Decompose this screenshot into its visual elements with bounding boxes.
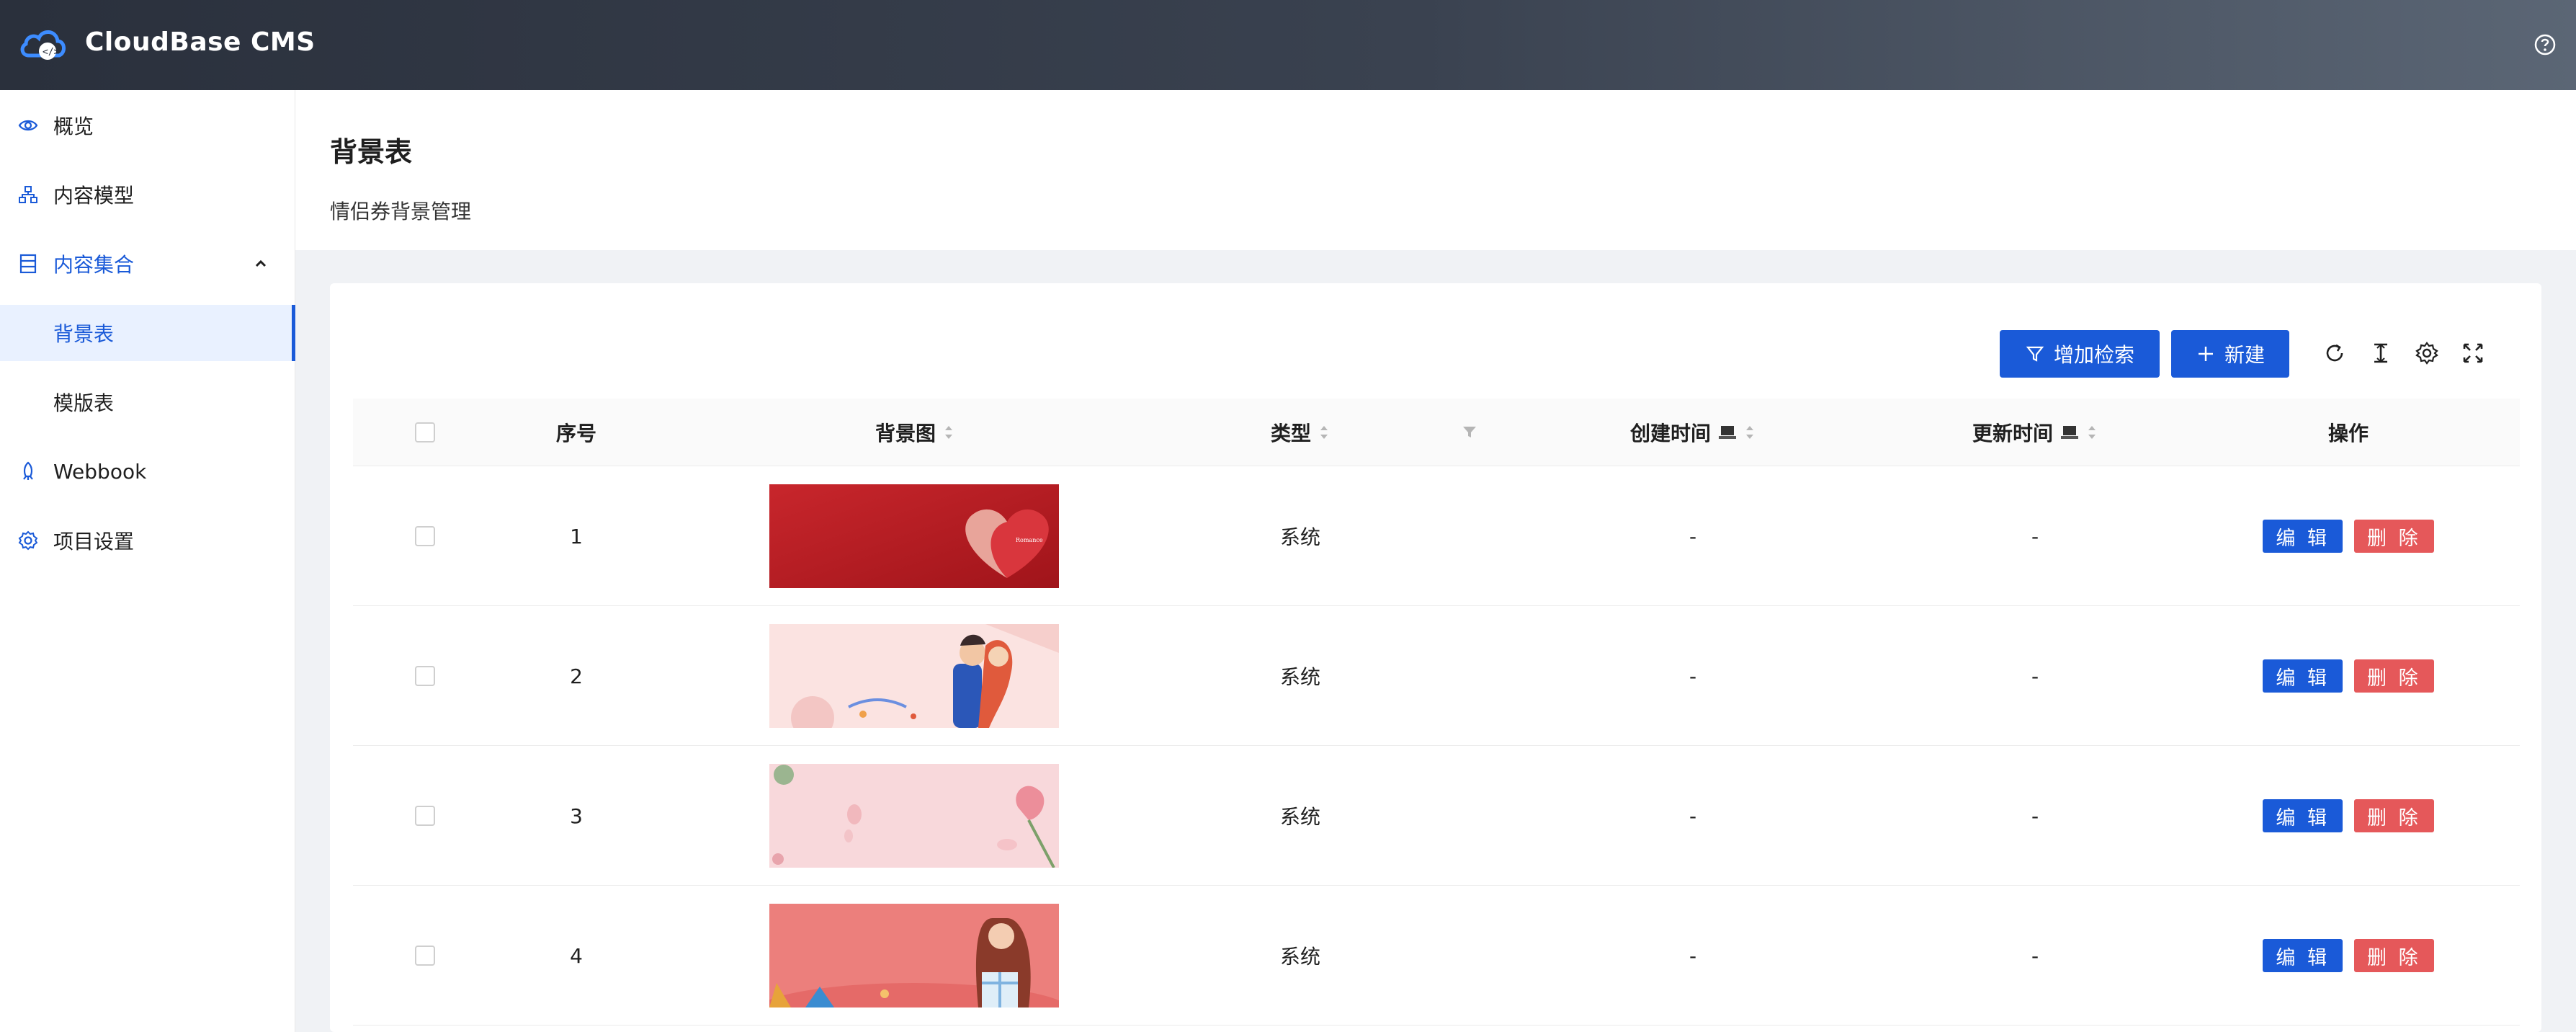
red-heart-image: Romance — [769, 484, 1059, 588]
edit-button[interactable]: 编 辑 — [2263, 520, 2343, 553]
laptop-icon — [1719, 426, 1736, 439]
row-created: - — [1689, 524, 1697, 548]
new-label: 新建 — [2224, 343, 2265, 367]
delete-button[interactable]: 删 除 — [2354, 520, 2434, 553]
couple-image — [769, 624, 1059, 728]
edit-button[interactable]: 编 辑 — [2263, 799, 2343, 832]
column-header-actions: 操作 — [2327, 422, 2369, 445]
sidebar: 概览 内容模型 内容集合 背景表 模版表 Webbook 项目设置 — [0, 90, 295, 1032]
top-header: </> CloudBase CMS — [0, 0, 2576, 90]
sidebar-item-background-table[interactable]: 背景表 — [0, 305, 295, 361]
chevron-up-icon[interactable] — [252, 255, 269, 272]
help-icon[interactable] — [2533, 32, 2557, 57]
app-title: CloudBase CMS — [85, 27, 316, 57]
row-created: - — [1689, 664, 1697, 688]
sort-icon[interactable] — [1318, 422, 1330, 443]
row-index: 2 — [570, 664, 583, 688]
row-checkbox[interactable] — [415, 666, 435, 686]
column-filter-cell — [1455, 399, 1484, 466]
column-header-created[interactable]: 创建时间 — [1563, 399, 1823, 466]
reload-icon[interactable] — [2322, 341, 2347, 365]
svg-text:Romance: Romance — [1016, 537, 1043, 543]
filter-icon[interactable] — [1462, 424, 1477, 440]
sidebar-item-project-settings[interactable]: 项目设置 — [0, 512, 295, 569]
select-all-checkbox[interactable] — [415, 422, 435, 442]
cloudbase-logo-icon: </> — [20, 30, 66, 60]
new-button[interactable]: 新建 — [2171, 330, 2289, 378]
sidebar-item-label: 项目设置 — [53, 530, 135, 553]
column-header-updated[interactable]: 更新时间 — [1905, 399, 2165, 466]
table-row: 1 Romance 系统 - - 编 辑 删 除 — [353, 466, 2520, 606]
plus-icon — [2198, 347, 2213, 361]
sidebar-item-template-table[interactable]: 模版表 — [0, 374, 295, 430]
sort-icon[interactable] — [1744, 422, 1756, 443]
table-row: 3 系统 - - 编 辑 删 除 — [353, 746, 2520, 886]
page-header: 背景表 情侣券背景管理 — [295, 90, 2576, 250]
row-created: - — [1689, 804, 1697, 828]
sidebar-item-label: 内容集合 — [53, 253, 135, 277]
row-updated: - — [2031, 524, 2039, 548]
table-card: 增加检索 新建 序号 背景图 类型 创建时间 更新时间 操作 1 Romance… — [330, 283, 2541, 1032]
add-filter-label: 增加检索 — [2053, 343, 2134, 367]
select-all-cell — [403, 399, 447, 466]
column-header-type[interactable]: 类型 — [1203, 399, 1397, 466]
sidebar-item-overview[interactable]: 概览 — [0, 97, 295, 154]
row-updated: - — [2031, 804, 2039, 828]
row-type: 系统 — [1279, 805, 1320, 829]
table-row: 4 系统 - - 编 辑 删 除 — [353, 886, 2520, 1026]
row-index: 3 — [570, 804, 583, 828]
row-checkbox[interactable] — [415, 806, 435, 826]
delete-button[interactable]: 删 除 — [2354, 939, 2434, 972]
add-filter-button[interactable]: 增加检索 — [2000, 330, 2160, 378]
model-icon — [19, 186, 37, 203]
eye-icon — [18, 120, 38, 131]
sidebar-item-label: Webbook — [53, 459, 147, 484]
background-thumbnail[interactable]: Romance — [769, 466, 1059, 606]
edit-button[interactable]: 编 辑 — [2263, 939, 2343, 972]
settings-icon[interactable] — [2415, 341, 2439, 365]
row-checkbox[interactable] — [415, 946, 435, 966]
sidebar-item-label: 内容模型 — [53, 184, 135, 208]
sidebar-item-label: 模版表 — [53, 391, 115, 415]
page-title: 背景表 — [330, 136, 413, 168]
sort-icon[interactable] — [2086, 422, 2098, 443]
table-row: 2 系统 - - 编 辑 删 除 — [353, 606, 2520, 746]
row-index: 4 — [570, 943, 583, 968]
table-header: 序号 背景图 类型 创建时间 更新时间 操作 — [353, 399, 2520, 466]
delete-button[interactable]: 删 除 — [2354, 799, 2434, 832]
sort-icon[interactable] — [943, 422, 954, 443]
row-type: 系统 — [1279, 525, 1320, 549]
rocket-icon — [23, 461, 33, 480]
collection-icon — [19, 254, 37, 274]
row-updated: - — [2031, 943, 2039, 968]
background-thumbnail[interactable] — [769, 886, 1059, 1026]
page-description: 情侣券背景管理 — [330, 200, 472, 223]
girl-gift-image — [769, 904, 1059, 1007]
row-type: 系统 — [1279, 945, 1320, 969]
row-type: 系统 — [1279, 665, 1320, 689]
gear-icon — [18, 530, 38, 551]
column-header-image[interactable]: 背景图 — [785, 399, 1045, 466]
sidebar-item-content-collection[interactable]: 内容集合 — [0, 236, 295, 292]
svg-text:</>: </> — [43, 47, 60, 58]
row-updated: - — [2031, 664, 2039, 688]
sidebar-item-label: 背景表 — [53, 322, 115, 346]
delete-button[interactable]: 删 除 — [2354, 659, 2434, 693]
row-index: 1 — [570, 524, 583, 548]
column-header-index: 序号 — [555, 422, 596, 445]
pink-rose-image — [769, 764, 1059, 868]
sidebar-item-webbook[interactable]: Webbook — [0, 443, 295, 499]
row-checkbox[interactable] — [415, 526, 435, 546]
fullscreen-icon[interactable] — [2461, 341, 2485, 365]
edit-button[interactable]: 编 辑 — [2263, 659, 2343, 693]
laptop-icon — [2061, 426, 2078, 439]
filter-icon — [2026, 346, 2044, 362]
sidebar-item-label: 概览 — [53, 115, 94, 138]
sidebar-item-content-model[interactable]: 内容模型 — [0, 166, 295, 223]
density-icon[interactable] — [2369, 341, 2393, 365]
background-thumbnail[interactable] — [769, 606, 1059, 746]
row-created: - — [1689, 943, 1697, 968]
background-thumbnail[interactable] — [769, 746, 1059, 886]
